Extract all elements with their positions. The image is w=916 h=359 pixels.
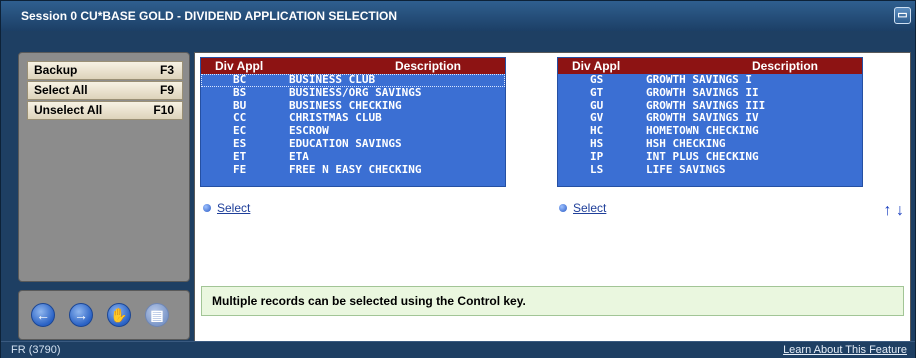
row-description: BUSINESS CLUB [289,73,376,86]
row-description: GROWTH SAVINGS II [646,85,759,99]
unselect-all-button[interactable]: Unselect All F10 [27,101,183,120]
backup-label: Backup [34,63,78,77]
table-row[interactable]: BS BUSINESS/ORG SAVINGS [201,85,505,100]
table-row[interactable]: ET ETA [201,149,505,164]
table-row[interactable]: CC CHRISTMAS CLUB [201,112,505,125]
table-row[interactable]: FE FREE N EASY CHECKING [201,162,505,177]
forward-arrow-icon[interactable]: → [69,303,93,327]
grid-header: Div Appl Description [558,58,862,74]
row-code: BC [233,73,247,86]
hand-icon[interactable]: ✋ [107,303,131,327]
table-row[interactable]: GS GROWTH SAVINGS I [558,73,862,87]
row-code: FE [233,162,247,176]
sidebar: Backup F3 Select All F9 Unselect All F10… [18,52,190,342]
back-arrow-icon[interactable]: ← [31,303,55,327]
backup-key: F3 [159,63,174,77]
arrow-down-icon[interactable]: ↓ [896,202,904,219]
row-code: ET [233,149,247,163]
select-link-right[interactable]: Select [559,201,606,215]
main-content: Div Appl Description BC BUSINESS CLUB BS B… [194,52,911,342]
table-row[interactable]: LS LIFE SAVINGS [558,162,862,177]
row-code: GT [590,85,604,99]
row-description: LIFE SAVINGS [646,162,726,176]
window-menu-icon[interactable]: ▭ [894,7,911,24]
select-link-label: Select [217,201,251,215]
backup-button[interactable]: Backup F3 [27,61,183,80]
bullet-icon [559,204,567,212]
row-description: GROWTH SAVINGS I [646,73,752,86]
title-bar: Session 0 CU*BASE GOLD - DIVIDEND APPLIC… [1,1,915,31]
window-title: Session 0 CU*BASE GOLD - DIVIDEND APPLIC… [21,9,398,23]
select-link-label: Select [573,201,607,215]
table-row[interactable]: ES EDUCATION SAVINGS [201,136,505,151]
row-description: BUSINESS/ORG SAVINGS [289,85,422,99]
navigation-panel: ← → ✋ ▤ [18,290,190,340]
command-panel: Backup F3 Select All F9 Unselect All F10 [18,52,190,282]
select-all-key: F9 [159,83,174,97]
row-code: LS [590,162,604,176]
bullet-icon [203,204,211,212]
row-code: HS [590,136,604,150]
header-description[interactable]: Description [395,58,461,74]
div-appl-grid-left[interactable]: Div Appl Description BC BUSINESS CLUB BS B… [200,57,506,187]
row-code: ES [233,136,247,150]
row-description: EDUCATION SAVINGS [289,136,402,150]
unselect-all-key: F10 [153,103,174,117]
grid-header: Div Appl Description [201,58,505,74]
status-bar: FR (3790) Learn About This Feature [1,341,915,358]
scroll-arrows: ↑ ↓ [884,202,904,220]
table-row[interactable]: IP INT PLUS CHECKING [558,149,862,164]
table-row[interactable]: HS HSH CHECKING [558,136,862,151]
header-div-appl[interactable]: Div Appl [215,58,263,74]
arrow-up-icon[interactable]: ↑ [884,202,892,219]
row-description: ETA [289,149,309,163]
select-all-label: Select All [34,83,88,97]
info-message: Multiple records can be selected using t… [201,286,904,316]
select-all-button[interactable]: Select All F9 [27,81,183,100]
select-link-left[interactable]: Select [203,201,250,215]
table-row[interactable]: BC BUSINESS CLUB [201,73,505,87]
unselect-all-label: Unselect All [34,103,103,117]
row-code: IP [590,149,604,163]
row-description: INT PLUS CHECKING [646,149,759,163]
row-description: HSH CHECKING [646,136,726,150]
header-description[interactable]: Description [752,58,818,74]
screen-id: FR (3790) [11,344,61,356]
row-description: FREE N EASY CHECKING [289,162,422,176]
learn-feature-link[interactable]: Learn About This Feature [783,342,907,359]
div-appl-grid-right[interactable]: Div Appl Description GS GROWTH SAVINGS I … [557,57,863,187]
row-code: BS [233,85,247,99]
application-window: Session 0 CU*BASE GOLD - DIVIDEND APPLIC… [0,0,916,358]
table-row[interactable]: GT GROWTH SAVINGS II [558,85,862,100]
header-div-appl[interactable]: Div Appl [572,58,620,74]
row-code: GS [590,73,604,86]
print-icon[interactable]: ▤ [145,303,169,327]
